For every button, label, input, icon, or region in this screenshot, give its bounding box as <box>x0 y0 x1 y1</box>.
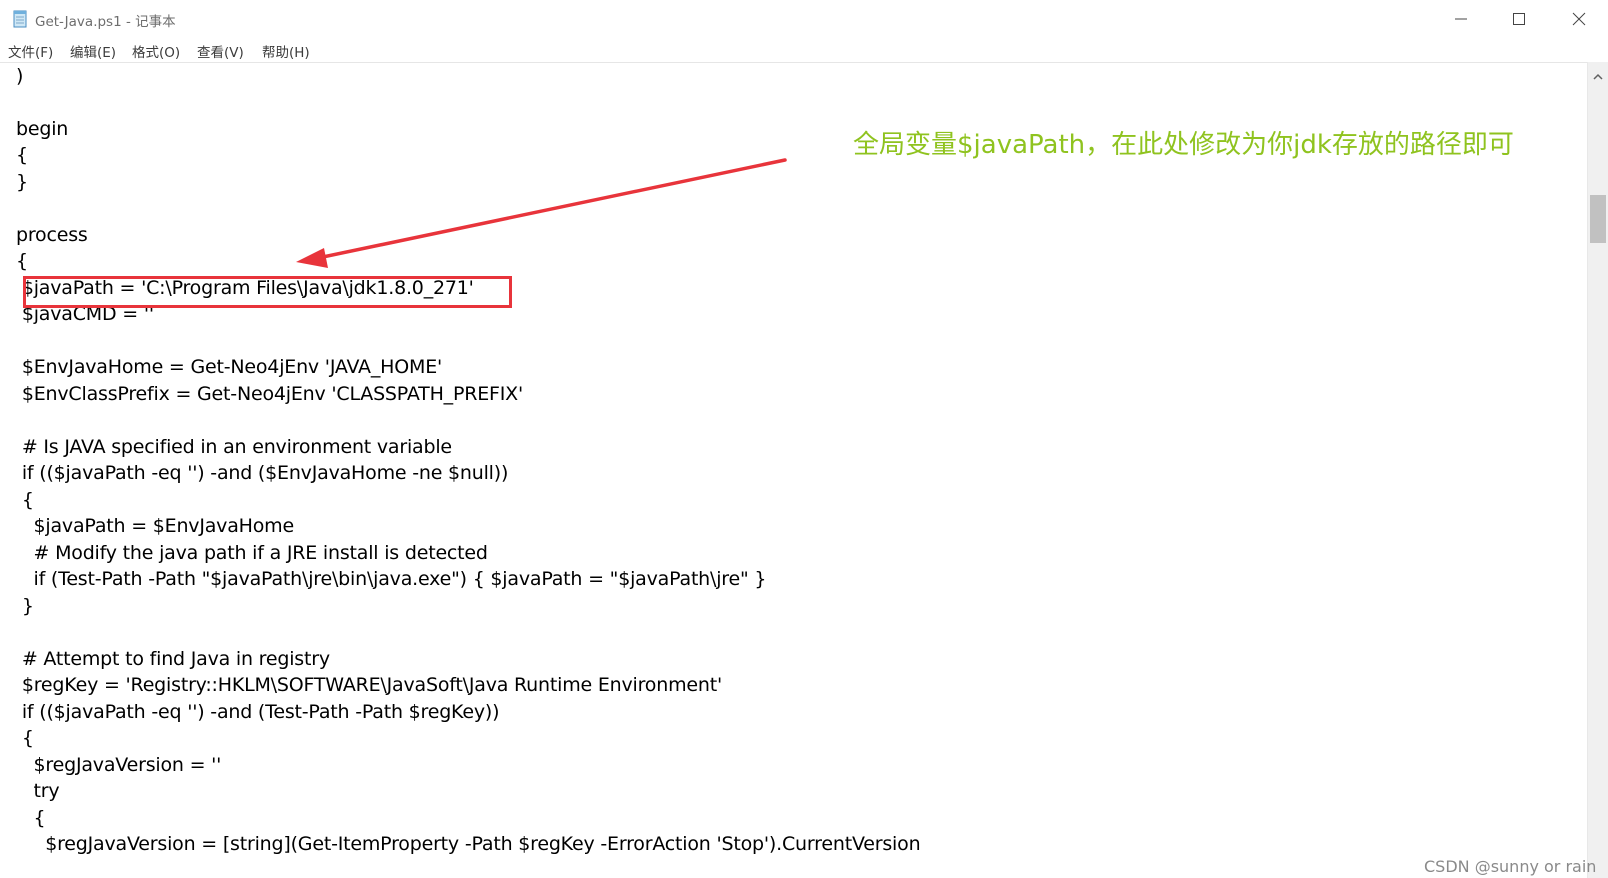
menu-file[interactable]: 文件(F) <box>8 41 53 61</box>
code-line: ) <box>16 65 24 87</box>
menu-view[interactable]: 查看(V) <box>197 41 244 61</box>
code-line: try <box>16 780 60 802</box>
text-editor[interactable]: ) begin { } process { $javaPath = 'C:\Pr… <box>0 62 1587 878</box>
code-line: $regJavaVersion = '' <box>16 754 222 776</box>
code-line: # Modify the java path if a JRE install … <box>16 542 488 564</box>
menu-bar: 文件(F) 编辑(E) 格式(O) 查看(V) 帮助(H) <box>0 38 1608 62</box>
code-line: begin <box>16 118 69 140</box>
minimize-button[interactable] <box>1432 0 1490 38</box>
code-line: { <box>16 727 34 749</box>
code-line: } <box>16 595 34 617</box>
code-line: { <box>16 807 46 829</box>
close-button[interactable] <box>1550 0 1608 38</box>
notepad-icon <box>12 9 29 28</box>
close-icon <box>1572 12 1586 26</box>
chevron-up-icon[interactable] <box>1593 66 1603 85</box>
code-line: if (($javaPath -eq '') -and (Test-Path -… <box>16 701 500 723</box>
watermark: CSDN @sunny or rain <box>1424 857 1597 876</box>
code-line: { <box>16 250 28 272</box>
code-line: $regJavaVersion = [string](Get-ItemPrope… <box>16 833 921 855</box>
menu-edit[interactable]: 编辑(E) <box>70 41 116 61</box>
menu-help[interactable]: 帮助(H) <box>262 41 310 61</box>
scrollbar-thumb[interactable] <box>1590 195 1606 243</box>
vertical-scrollbar[interactable] <box>1587 62 1608 878</box>
menu-format[interactable]: 格式(O) <box>132 41 180 61</box>
maximize-icon <box>1513 13 1525 25</box>
window-title: Get-Java.ps1 - 记事本 <box>35 14 176 30</box>
code-line: { <box>16 144 28 166</box>
code-line: if (($javaPath -eq '') -and ($EnvJavaHom… <box>16 462 509 484</box>
notepad-window: Get-Java.ps1 - 记事本 文件(F) 编辑(E) 格式(O) 查看(… <box>0 0 1608 878</box>
code-line: $EnvJavaHome = Get-Neo4jEnv 'JAVA_HOME' <box>16 356 443 378</box>
code-line: $EnvClassPrefix = Get-Neo4jEnv 'CLASSPAT… <box>16 383 523 405</box>
maximize-button[interactable] <box>1490 0 1548 38</box>
code-line: # Attempt to find Java in registry <box>16 648 330 670</box>
code-line: if (Test-Path -Path "$javaPath\jre\bin\j… <box>16 568 767 590</box>
code-line: $javaPath = $EnvJavaHome <box>16 515 295 537</box>
code-line: # Is JAVA specified in an environment va… <box>16 436 452 458</box>
code-line: } <box>16 171 28 193</box>
title-bar[interactable]: Get-Java.ps1 - 记事本 <box>0 0 1608 38</box>
minimize-icon <box>1455 18 1467 20</box>
code-line: { <box>16 489 34 511</box>
annotation-text: 全局变量$javaPath，在此处修改为你jdk存放的路径即可 <box>853 130 1514 160</box>
code-line: process <box>16 224 88 246</box>
code-line: $regKey = 'Registry::HKLM\SOFTWARE\JavaS… <box>16 674 722 696</box>
highlight-box <box>23 276 512 308</box>
